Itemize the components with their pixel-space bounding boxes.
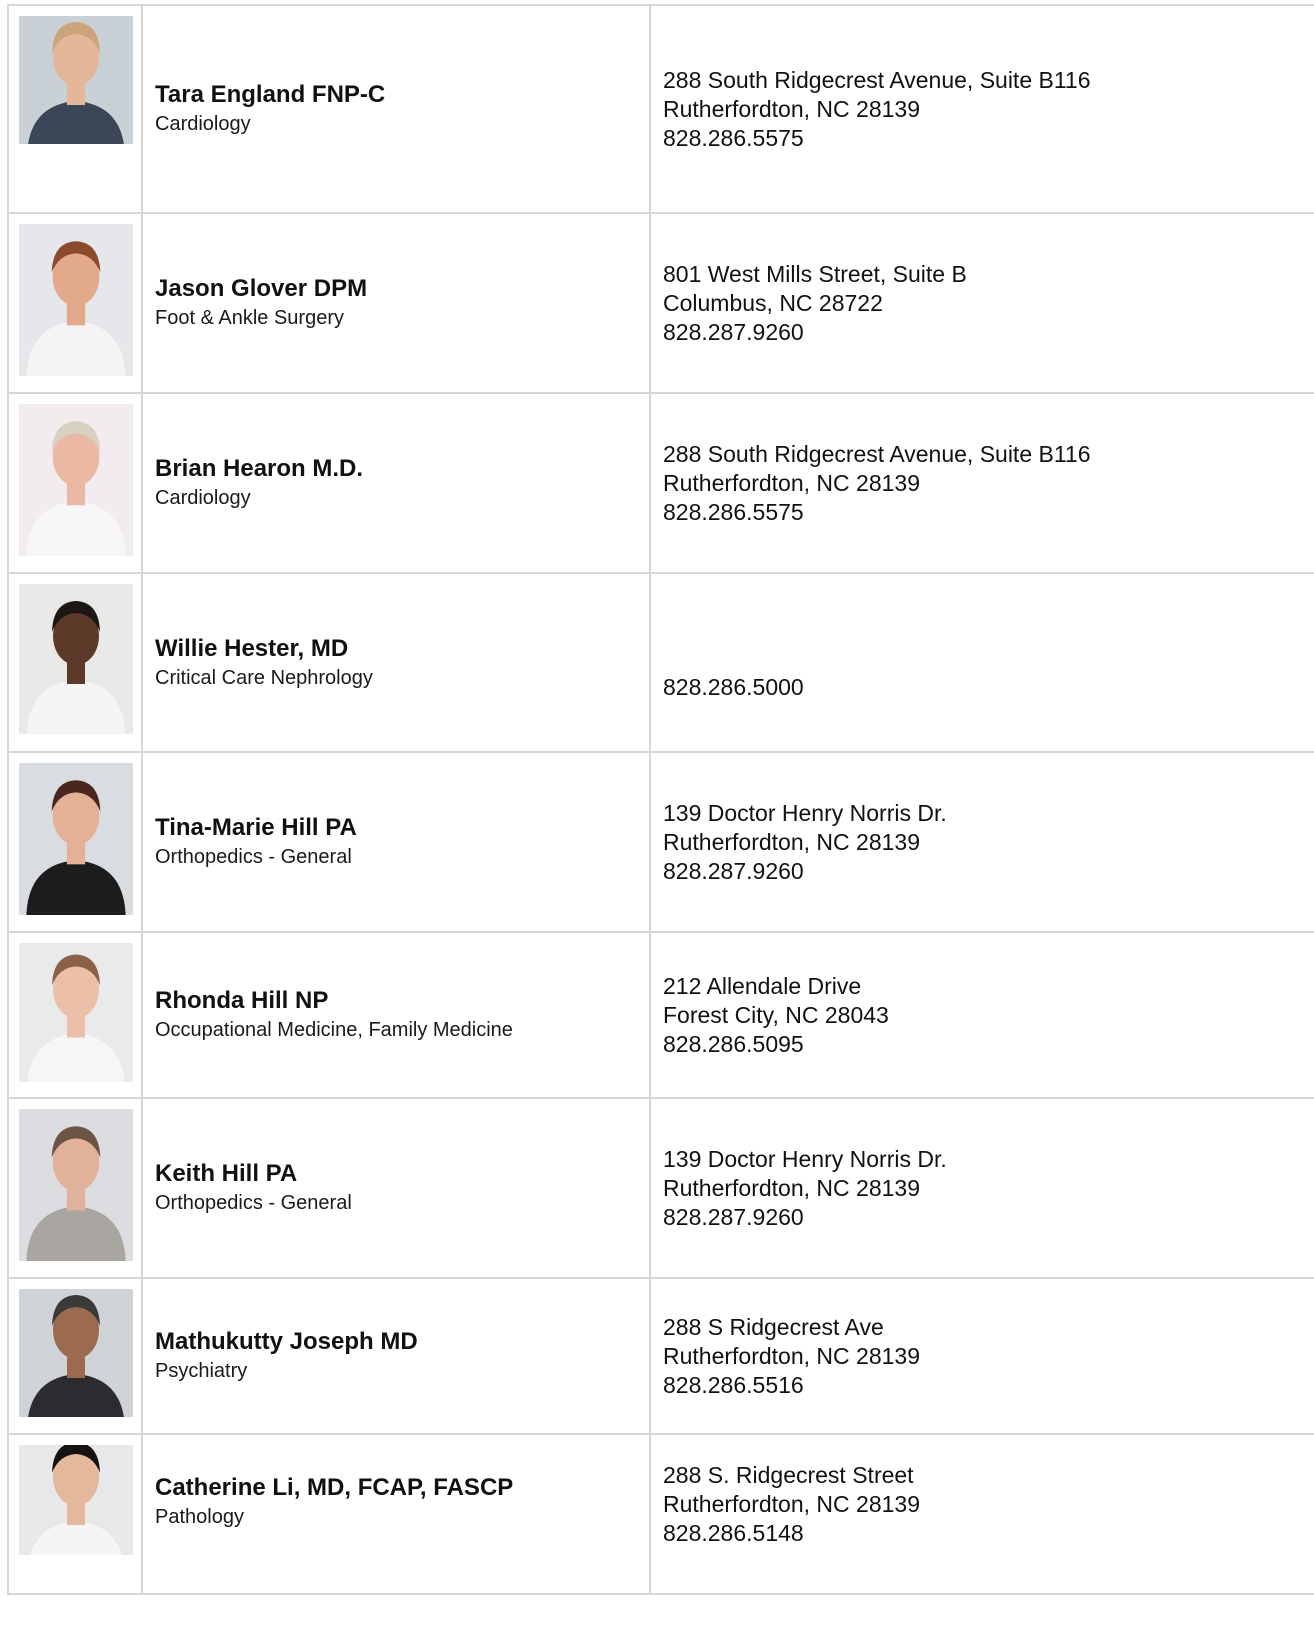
phone-number[interactable]: 828.286.5575 — [663, 124, 1314, 153]
provider-name[interactable]: Rhonda Hill NP — [155, 986, 649, 1016]
address-line-2: Forest City, NC 28043 — [663, 1001, 889, 1028]
address-line-1: 288 S Ridgecrest Ave — [663, 1313, 884, 1340]
table-row: Tina-Marie Hill PA Orthopedics - General… — [7, 753, 1314, 933]
address-cell: 288 S. Ridgecrest Street Rutherfordton, … — [651, 1435, 1314, 1593]
portrait-illustration — [19, 1289, 133, 1417]
portrait-illustration — [19, 1445, 133, 1555]
provider-name[interactable]: Keith Hill PA — [155, 1159, 649, 1189]
phone-number[interactable]: 828.287.9260 — [663, 1203, 1314, 1232]
address-line-2: Columbus, NC 28722 — [663, 289, 883, 316]
name-cell: Willie Hester, MD Critical Care Nephrolo… — [143, 574, 651, 751]
phone-number[interactable]: 828.286.5516 — [663, 1371, 1314, 1400]
portrait-illustration — [19, 404, 133, 556]
table-row: Mathukutty Joseph MD Psychiatry 288 S Ri… — [7, 1279, 1314, 1435]
provider-photo[interactable] — [19, 943, 133, 1082]
table-row: Tara England FNP-C Cardiology 288 South … — [7, 6, 1314, 214]
provider-name[interactable]: Mathukutty Joseph MD — [155, 1327, 649, 1357]
table-row: Catherine Li, MD, FCAP, FASCP Pathology … — [7, 1435, 1314, 1595]
provider-specialty: Orthopedics - General — [155, 846, 352, 868]
portrait-illustration — [19, 943, 133, 1082]
address-line-2: Rutherfordton, NC 28139 — [663, 1491, 920, 1517]
address-line-1: 212 Allendale Drive — [663, 972, 862, 999]
provider-specialty: Psychiatry — [155, 1360, 248, 1382]
provider-photo[interactable] — [19, 763, 133, 915]
address-cell: 288 South Ridgecrest Avenue, Suite B116 … — [651, 394, 1314, 572]
provider-photo[interactable] — [19, 16, 133, 144]
address-line-1: 288 S. Ridgecrest Street — [663, 1462, 914, 1488]
table-row: Keith Hill PA Orthopedics - General 139 … — [7, 1099, 1314, 1279]
provider-photo[interactable] — [19, 224, 133, 376]
address-cell: 139 Doctor Henry Norris Dr. Rutherfordto… — [651, 1099, 1314, 1277]
portrait-illustration — [19, 224, 133, 376]
photo-cell — [7, 933, 143, 1097]
photo-cell — [7, 1435, 143, 1593]
phone-number[interactable]: 828.286.5575 — [663, 498, 1314, 527]
phone-number[interactable]: 828.287.9260 — [663, 857, 1314, 886]
address-cell: 139 Doctor Henry Norris Dr. Rutherfordto… — [651, 753, 1314, 931]
table-row: Rhonda Hill NP Occupational Medicine, Fa… — [7, 933, 1314, 1099]
portrait-illustration — [19, 16, 133, 144]
provider-specialty: Pathology — [155, 1506, 244, 1528]
phone-number[interactable]: 828.287.9260 — [663, 318, 1314, 347]
name-cell: Catherine Li, MD, FCAP, FASCP Pathology — [143, 1435, 651, 1593]
photo-cell — [7, 214, 143, 392]
address-line-1: 288 South Ridgecrest Avenue, Suite B116 — [663, 440, 1091, 467]
address-line-1: 139 Doctor Henry Norris Dr. — [663, 799, 947, 826]
photo-cell — [7, 753, 143, 931]
name-cell: Tina-Marie Hill PA Orthopedics - General — [143, 753, 651, 931]
name-cell: Jason Glover DPM Foot & Ankle Surgery — [143, 214, 651, 392]
address-cell: 288 South Ridgecrest Avenue, Suite B116 … — [651, 6, 1314, 212]
provider-name[interactable]: Tina-Marie Hill PA — [155, 813, 649, 843]
photo-cell — [7, 1279, 143, 1433]
phone-number[interactable]: 828.286.5095 — [663, 1030, 1314, 1059]
portrait-illustration — [19, 584, 133, 734]
address-line-1: 801 West Mills Street, Suite B — [663, 260, 967, 287]
address-line-2: Rutherfordton, NC 28139 — [663, 96, 920, 122]
provider-name[interactable]: Willie Hester, MD — [155, 634, 649, 664]
address-line-2: Rutherfordton, NC 28139 — [663, 828, 920, 855]
table-row: Willie Hester, MD Critical Care Nephrolo… — [7, 574, 1314, 753]
provider-specialty: Cardiology — [155, 487, 251, 509]
photo-cell — [7, 394, 143, 572]
name-cell: Tara England FNP-C Cardiology — [143, 6, 651, 212]
address-line-2: Rutherfordton, NC 28139 — [663, 469, 920, 496]
address-cell: 828.286.5000 — [651, 574, 1314, 751]
name-cell: Rhonda Hill NP Occupational Medicine, Fa… — [143, 933, 651, 1097]
provider-specialty: Occupational Medicine, Family Medicine — [155, 1019, 513, 1041]
provider-photo[interactable] — [19, 1445, 133, 1555]
provider-name[interactable]: Catherine Li, MD, FCAP, FASCP — [155, 1473, 649, 1503]
address-cell: 212 Allendale Drive Forest City, NC 2804… — [651, 933, 1314, 1097]
address-cell: 801 West Mills Street, Suite B Columbus,… — [651, 214, 1314, 392]
provider-photo[interactable] — [19, 1109, 133, 1261]
address-line-2: Rutherfordton, NC 28139 — [663, 1174, 920, 1201]
phone-number[interactable]: 828.286.5148 — [663, 1519, 1314, 1548]
provider-specialty: Critical Care Nephrology — [155, 666, 373, 689]
photo-cell — [7, 1099, 143, 1277]
address-line-1: 139 Doctor Henry Norris Dr. — [663, 1145, 947, 1172]
provider-name[interactable]: Brian Hearon M.D. — [155, 454, 649, 484]
address-line-2: Rutherfordton, NC 28139 — [663, 1342, 920, 1369]
provider-name[interactable]: Tara England FNP-C — [155, 80, 649, 110]
provider-specialty: Cardiology — [155, 113, 251, 135]
address-cell: 288 S Ridgecrest Ave Rutherfordton, NC 2… — [651, 1279, 1314, 1433]
provider-photo[interactable] — [19, 404, 133, 556]
portrait-illustration — [19, 1109, 133, 1261]
name-cell: Mathukutty Joseph MD Psychiatry — [143, 1279, 651, 1433]
address-line-1: 288 South Ridgecrest Avenue, Suite B116 — [663, 67, 1091, 93]
photo-cell — [7, 6, 143, 212]
provider-specialty: Orthopedics - General — [155, 1192, 352, 1214]
provider-photo[interactable] — [19, 584, 133, 734]
provider-table: Tara England FNP-C Cardiology 288 South … — [7, 4, 1314, 1595]
provider-photo[interactable] — [19, 1289, 133, 1417]
portrait-illustration — [19, 763, 133, 915]
table-row: Jason Glover DPM Foot & Ankle Surgery 80… — [7, 214, 1314, 394]
phone-number[interactable]: 828.286.5000 — [663, 673, 1314, 702]
name-cell: Keith Hill PA Orthopedics - General — [143, 1099, 651, 1277]
provider-specialty: Foot & Ankle Surgery — [155, 307, 344, 329]
photo-cell — [7, 574, 143, 751]
table-row: Brian Hearon M.D. Cardiology 288 South R… — [7, 394, 1314, 574]
provider-name[interactable]: Jason Glover DPM — [155, 274, 649, 304]
name-cell: Brian Hearon M.D. Cardiology — [143, 394, 651, 572]
